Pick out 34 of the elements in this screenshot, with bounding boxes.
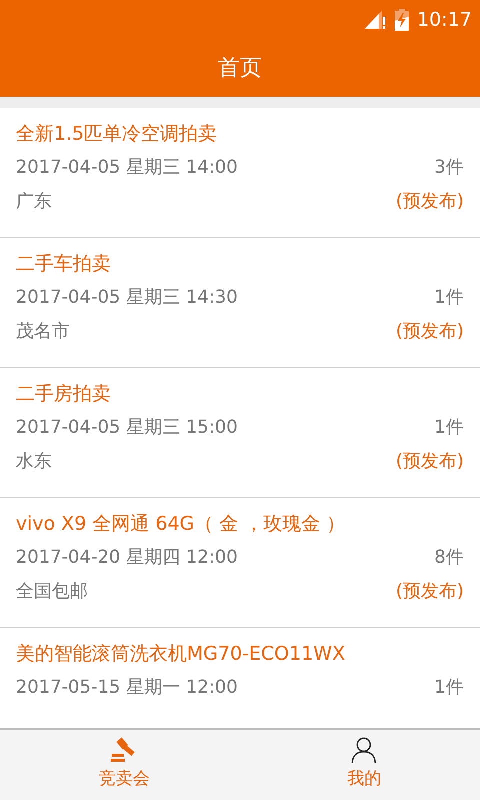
tab-button[interactable]: 我的 xyxy=(248,730,480,800)
auction-location: 广东 xyxy=(16,190,52,214)
auction-item[interactable]: 二手房拍卖 2017-04-05 星期三 15:00 1件 水东 (预发布) xyxy=(0,368,480,498)
auction-status: (预发布) xyxy=(396,580,464,604)
auction-title: vivo X9 全网通 64G（ 金 ，玫瑰金 ） xyxy=(16,512,347,536)
item-count: 1件 xyxy=(434,286,464,310)
auction-title: 二手车拍卖 xyxy=(16,252,112,276)
item-count: 1件 xyxy=(434,416,464,440)
auction-item[interactable]: 全新1.5匹单冷空调拍卖 2017-04-05 星期三 14:00 3件 广东 (预发布) xyxy=(0,108,480,238)
auction-date: 2017-04-05 星期三 14:30 xyxy=(16,286,238,310)
auction-status: (预发布) xyxy=(396,320,464,344)
auction-title: 二手房拍卖 xyxy=(16,382,112,406)
auction-item[interactable]: 美的智能滚筒洗衣机MG70-ECO11WX 2017-05-15 星期一 12:00 1件 xyxy=(0,628,480,728)
auction-location: 全国包邮 xyxy=(16,580,88,604)
item-count: 1件 xyxy=(434,676,464,700)
auction-title: 全新1.5匹单冷空调拍卖 xyxy=(16,122,218,146)
status-time: 10:17 xyxy=(417,8,472,33)
auction-location: 水东 xyxy=(16,450,52,474)
page-title: 首页 xyxy=(218,55,262,83)
auction-status: (预发布) xyxy=(396,450,464,474)
auction-item[interactable]: vivo X9 全网通 64G（ 金 ，玫瑰金 ） 2017-04-20 星期四 12:00 8件 全国包邮 (预发布) xyxy=(0,498,480,628)
auction-title: 美的智能滚筒洗衣机MG70-ECO11WX xyxy=(16,642,346,666)
tab-button[interactable]: 竞卖会 xyxy=(0,730,248,800)
auction-date: 2017-04-20 星期四 12:00 xyxy=(16,546,238,570)
auction-status: (预发布) xyxy=(396,190,464,214)
signal-icon xyxy=(365,11,388,29)
auction-date: 2017-04-05 星期三 14:00 xyxy=(16,156,238,180)
auction-date: 2017-05-15 星期一 12:00 xyxy=(16,676,238,700)
item-count: 8件 xyxy=(434,546,464,570)
auction-location: 茂名市 xyxy=(16,320,70,344)
auction-item[interactable]: 二手车拍卖 2017-04-05 星期三 14:30 1件 茂名市 (预发布) xyxy=(0,238,480,368)
item-count: 3件 xyxy=(434,156,464,180)
auction-date: 2017-04-05 星期三 15:00 xyxy=(16,416,238,440)
battery-icon xyxy=(395,9,410,31)
